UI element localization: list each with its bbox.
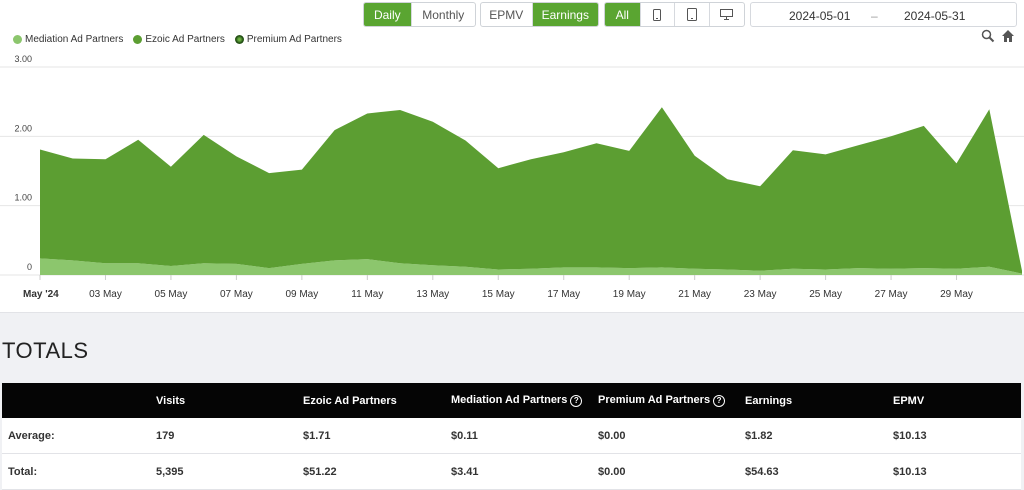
x-tick-label: 15 May xyxy=(482,289,515,300)
table-cell: $54.63 xyxy=(745,465,779,478)
tablet-icon xyxy=(686,8,697,21)
legend-dot xyxy=(133,35,143,44)
mobile-icon xyxy=(653,8,662,21)
table-cell: $1.82 xyxy=(745,429,773,442)
column-header: EPMV xyxy=(893,395,924,407)
table-cell: 179 xyxy=(156,429,175,442)
x-tick-label: 21 May xyxy=(678,289,711,300)
period-toggle: Daily Monthly xyxy=(363,2,476,27)
desktop-button[interactable] xyxy=(710,3,745,26)
x-tick-label: 11 May xyxy=(351,289,383,300)
earnings-button[interactable]: Earnings xyxy=(532,3,598,26)
totals-table-body: Average: 179 $1.71 $0.11 $0.00 $1.82 $10.13 Tot… xyxy=(2,418,1021,490)
table-cell: $10.13 xyxy=(893,465,927,478)
chart-legend: Mediation Ad Partners Ezoic Ad Partners … xyxy=(13,34,342,45)
y-axis: 0 1.00 2.00 3.00 xyxy=(14,55,32,272)
table-cell: $3.41 xyxy=(451,465,479,478)
table-cell: $10.13 xyxy=(893,429,927,442)
table-cell: $0.00 xyxy=(598,429,626,442)
table-cell: 5,395 xyxy=(156,465,184,478)
date-range-picker[interactable]: 2024-05-01 – 2024-05-31 xyxy=(750,2,1017,27)
table-cell: $51.22 xyxy=(303,465,337,478)
x-tick-label: 09 May xyxy=(285,289,318,300)
table-cell: $0.11 xyxy=(451,429,478,442)
mobile-button[interactable] xyxy=(641,3,675,26)
help-icon[interactable]: ? xyxy=(713,394,726,407)
x-tick-label: 29 May xyxy=(940,289,973,300)
x-tick-label: 05 May xyxy=(155,289,188,300)
column-header-label: Premium Ad Partners xyxy=(598,394,711,407)
legend-item-ezoic[interactable]: Ezoic Ad Partners xyxy=(133,34,225,45)
y-tick-label: 1.00 xyxy=(14,193,32,203)
home-icon[interactable] xyxy=(1001,29,1015,43)
y-tick-label: 3.00 xyxy=(14,55,32,64)
chart-areas xyxy=(40,107,1022,275)
device-toggle: All xyxy=(604,2,745,27)
column-header-label: Visits xyxy=(156,394,186,407)
legend-dot xyxy=(13,35,22,44)
daily-button[interactable]: Daily xyxy=(364,3,412,26)
totals-table-header: Visits Ezoic Ad Partners Mediation Ad Part… xyxy=(2,383,1021,418)
monthly-button[interactable]: Monthly xyxy=(412,3,475,26)
column-header-label: EPMV xyxy=(893,394,925,407)
legend-dot xyxy=(234,35,244,44)
date-start[interactable]: 2024-05-01 xyxy=(789,9,850,23)
column-header: Earnings xyxy=(745,395,792,407)
date-separator: – xyxy=(871,9,878,23)
earnings-area-chart: 0 1.00 2.00 3.00 May '24 03 May 05 May 07 May 0… xyxy=(0,55,1024,300)
legend-label: Mediation Ad Partners xyxy=(25,34,124,45)
date-end[interactable]: 2024-05-31 xyxy=(904,9,965,23)
table-cell: $1.71 xyxy=(303,429,331,442)
column-header-label: Mediation Ad Partners xyxy=(451,394,568,407)
device-all-button[interactable]: All xyxy=(605,3,641,26)
totals-table: Visits Ezoic Ad Partners Mediation Ad Part… xyxy=(2,383,1021,490)
y-tick-label: 2.00 xyxy=(14,123,32,133)
x-tick-label: 19 May xyxy=(613,289,646,300)
zoom-icon[interactable] xyxy=(981,29,995,43)
x-tick-label: May '24 xyxy=(23,289,59,300)
x-axis: May '24 03 May 05 May 07 May 09 May 11 May 13 … xyxy=(23,275,973,300)
x-tick-label: 23 May xyxy=(744,289,777,300)
table-row: Total: 5,395 $51.22 $3.41 $0.00 $54.63 $10.13 xyxy=(2,454,1021,490)
table-row: Average: 179 $1.71 $0.11 $0.00 $1.82 $10.13 xyxy=(2,418,1021,454)
column-header: Visits xyxy=(156,395,185,407)
help-icon[interactable]: ? xyxy=(570,394,583,407)
column-header-label: Ezoic Ad Partners xyxy=(303,394,397,407)
column-header-label: Earnings xyxy=(745,394,793,407)
row-label: Average: xyxy=(8,429,55,442)
area-series-2 xyxy=(40,107,1022,274)
tablet-button[interactable] xyxy=(675,3,710,26)
x-tick-label: 27 May xyxy=(875,289,908,300)
x-tick-label: 17 May xyxy=(547,289,580,300)
y-tick-label: 0 xyxy=(27,262,32,272)
legend-item-mediation[interactable]: Mediation Ad Partners xyxy=(13,34,123,45)
table-cell: $0.00 xyxy=(598,465,626,478)
epmv-button[interactable]: EPMV xyxy=(481,3,533,26)
column-header: Ezoic Ad Partners xyxy=(303,395,397,407)
legend-label: Ezoic Ad Partners xyxy=(145,34,225,45)
legend-label: Premium Ad Partners xyxy=(246,34,342,45)
metric-toggle: EPMV Earnings xyxy=(480,2,599,27)
column-header: Mediation Ad Partners? xyxy=(451,394,583,407)
totals-title: TOTALS xyxy=(2,338,89,363)
column-header: Premium Ad Partners? xyxy=(598,394,726,407)
desktop-icon xyxy=(720,9,734,20)
x-tick-label: 13 May xyxy=(416,289,449,300)
row-label: Total: xyxy=(8,465,38,478)
x-tick-label: 03 May xyxy=(89,289,122,300)
chart-panel: Daily Monthly EPMV Earnings All 2024-05-… xyxy=(0,0,1024,313)
x-tick-label: 25 May xyxy=(809,289,842,300)
x-tick-label: 07 May xyxy=(220,289,253,300)
legend-item-premium[interactable]: Premium Ad Partners xyxy=(234,34,342,45)
